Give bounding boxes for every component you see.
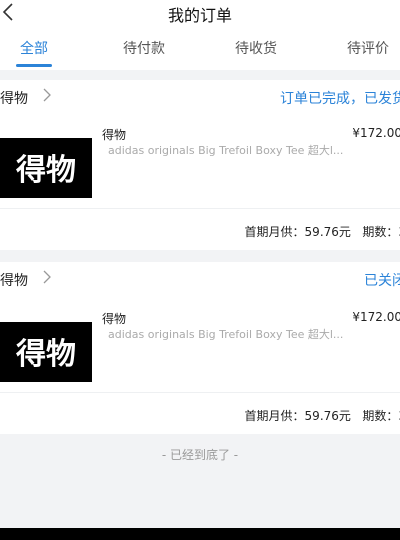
order-item[interactable]: 得物 得物 ¥172.00 adidas originals Big Trefo… [0, 126, 400, 210]
product-thumbnail: 得物 [0, 322, 92, 382]
tab-pending-receipt[interactable]: 待收货 [228, 30, 284, 70]
dewu-logo: 得物 [15, 337, 76, 372]
chevron-right-icon [43, 88, 51, 102]
product-name: 得物 [102, 128, 127, 142]
order-item[interactable]: 得物 得物 ¥172.00 adidas originals Big Trefo… [0, 310, 400, 394]
order-card[interactable]: 得物 已关闭 得物 得物 ¥172.00 adidas originals Bi… [0, 262, 400, 434]
order-footer: 首期月供：59.76元 期数：3 [0, 392, 400, 436]
order-card[interactable]: 得物 订单已完成，已发货 得物 得物 ¥172.00 adidas origin… [0, 80, 400, 250]
product-price: ¥172.00 [352, 310, 400, 324]
order-header: 得物 订单已完成，已发货 [0, 80, 400, 112]
tab-pending-payment[interactable]: 待付款 [116, 30, 172, 70]
installment-label: 首期月供： [244, 409, 305, 423]
installment-label: 首期月供： [244, 225, 305, 239]
order-footer: 首期月供：59.76元 期数：3 [0, 208, 400, 252]
chevron-right-icon [43, 270, 51, 284]
dewu-logo: 得物 [15, 153, 76, 188]
installment-value: 59.76元 [304, 409, 351, 423]
installment-info: 首期月供：59.76元 期数：3 [245, 223, 400, 240]
svg-text:得物: 得物 [15, 153, 76, 188]
product-thumbnail: 得物 [0, 138, 92, 198]
top-bar: 我的订单 [0, 0, 400, 30]
active-tab-indicator [16, 64, 52, 67]
end-of-list-text: - 已经到底了 - [161, 448, 239, 462]
installment-value: 59.76元 [304, 225, 351, 239]
order-tabs: 全部 待付款 待收货 待评价 [0, 30, 400, 70]
order-status: 已关闭 [364, 273, 400, 289]
product-description: adidas originals Big Trefoil Boxy Tee 超大… [108, 144, 344, 157]
installment-info: 首期月供：59.76元 期数：3 [245, 407, 400, 424]
tab-pending-review[interactable]: 待评价 [340, 30, 396, 70]
svg-text:得物: 得物 [15, 337, 76, 372]
order-header: 得物 已关闭 [0, 262, 400, 294]
periods-label: 期数：3 [362, 225, 400, 239]
periods-label: 期数：3 [362, 409, 400, 423]
shop-name[interactable]: 得物 [0, 88, 28, 108]
system-nav-bar [0, 528, 400, 540]
product-description: adidas originals Big Trefoil Boxy Tee 超大… [108, 328, 344, 341]
page-title: 我的订单 [167, 6, 232, 25]
shop-name[interactable]: 得物 [0, 270, 28, 290]
order-status: 订单已完成，已发货 [280, 91, 400, 107]
product-name: 得物 [102, 312, 127, 326]
product-price: ¥172.00 [352, 126, 400, 140]
